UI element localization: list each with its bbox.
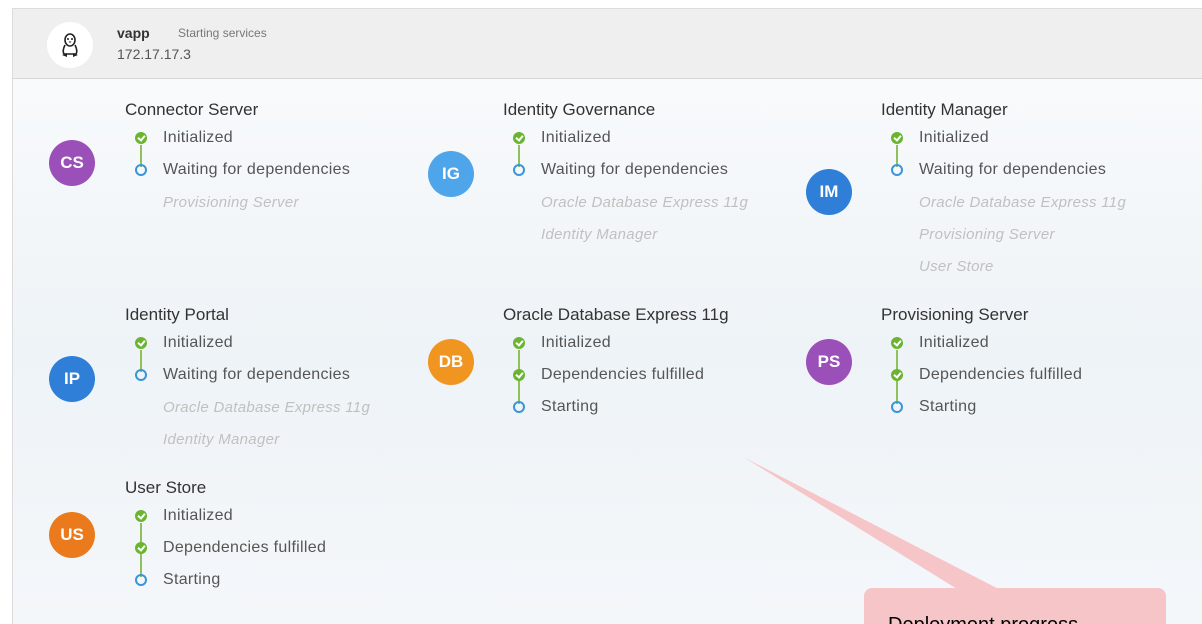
check-icon [513,337,525,349]
service-title: Identity Manager [881,100,1008,119]
pending-circle-icon [135,574,147,586]
pending-circle-icon [891,164,903,176]
dependency-item: Oracle Database Express 11g [163,399,371,416]
service-title: Identity Governance [503,100,656,119]
step-label: Initialized [163,334,234,351]
check-icon [135,132,147,144]
service-avatar: US [49,512,95,558]
step-label: Starting [919,398,977,415]
step-label: Initialized [541,334,612,351]
step-label: Initialized [919,129,990,146]
dependency-item: Provisioning Server [163,194,299,211]
step-label: Waiting for dependencies [919,161,1107,178]
dependency-item: Identity Manager [163,431,280,448]
step-label: Initialized [163,129,234,146]
pending-circle-icon [135,164,147,176]
step-label: Dependencies fulfilled [919,366,1083,383]
check-icon [891,132,903,144]
pending-circle-icon [513,401,525,413]
vm-header[interactable]: vapp Starting services 172.17.17.3 [13,9,1202,79]
linux-penguin-icon [47,22,93,68]
step-label: Waiting for dependencies [163,161,351,178]
pending-circle-icon [135,369,147,381]
dependency-item: Oracle Database Express 11g [919,194,1127,211]
check-icon [891,369,903,381]
dependency-item: User Store [919,258,994,275]
service-avatar: IG [428,151,474,197]
service-title: User Store [125,478,207,497]
callout-text: Deployment progress [888,614,1078,624]
step-label: Starting [163,571,221,588]
service-title: Identity Portal [125,305,229,324]
check-icon [891,337,903,349]
service-title: Oracle Database Express 11g [503,305,729,324]
service-title: Provisioning Server [881,305,1029,324]
check-icon [135,337,147,349]
step-label: Waiting for dependencies [541,161,729,178]
check-icon [135,542,147,554]
service-avatar: CS [49,140,95,186]
dependency-item: Provisioning Server [919,226,1055,243]
pending-circle-icon [513,164,525,176]
step-label: Initialized [541,129,612,146]
service-avatar: PS [806,339,852,385]
check-icon [513,369,525,381]
dependency-item: Identity Manager [541,226,658,243]
vm-name[interactable]: vapp [117,25,150,41]
step-label: Initialized [919,334,990,351]
check-icon [513,132,525,144]
vm-ip-address: 172.17.17.3 [117,46,191,62]
step-label: Initialized [163,507,234,524]
step-label: Waiting for dependencies [163,366,351,383]
vm-status: Starting services [178,26,267,40]
step-label: Dependencies fulfilled [163,539,327,556]
step-label: Starting [541,398,599,415]
service-avatar: DB [428,339,474,385]
service-avatar: IP [49,356,95,402]
dependency-item: Oracle Database Express 11g [541,194,749,211]
service-title: Connector Server [125,100,259,119]
service-avatar: IM [806,169,852,215]
check-icon [135,510,147,522]
step-label: Dependencies fulfilled [541,366,705,383]
pending-circle-icon [891,401,903,413]
